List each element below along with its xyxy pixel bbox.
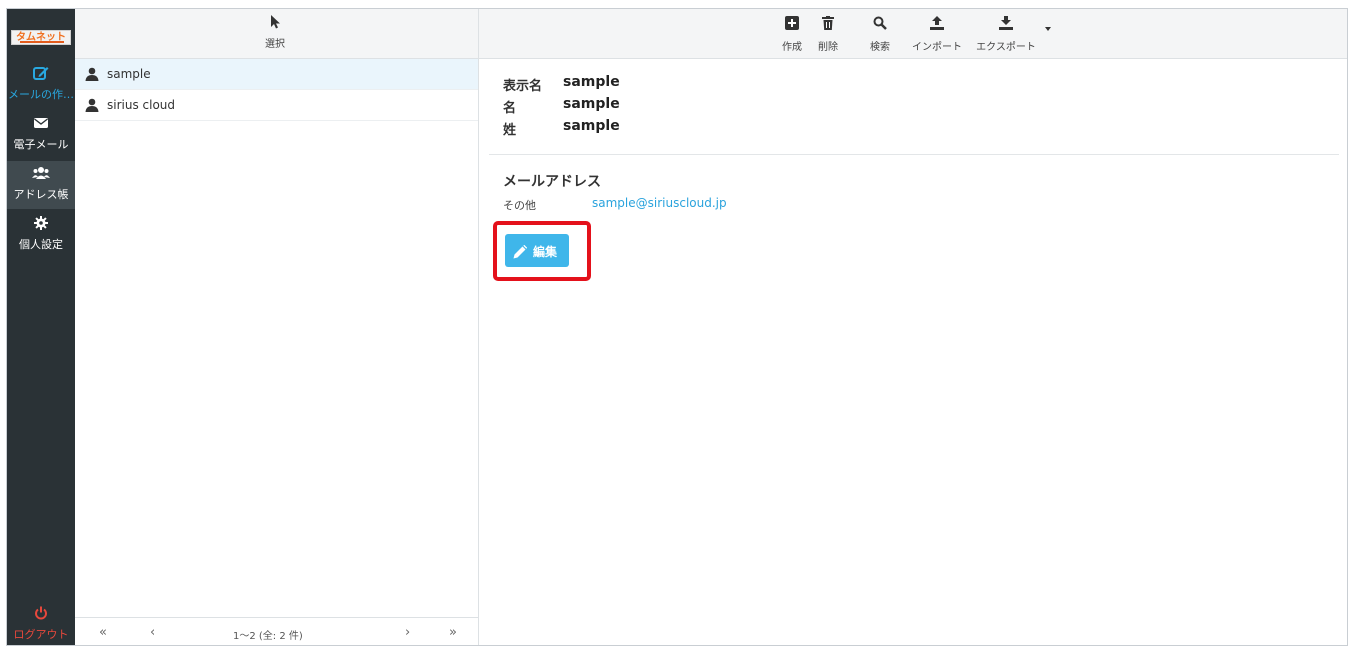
plus-square-icon	[777, 15, 807, 35]
display-name-label: 表示名	[503, 79, 543, 94]
last-name-label: 姓	[503, 123, 517, 138]
create-label: 作成	[782, 42, 802, 53]
download-icon	[971, 15, 1041, 35]
contact-list-panel: 選択 sample sirius cloud « ‹ 1～2 (全: 2 件) …	[75, 9, 479, 645]
contact-row-sample[interactable]: sample	[75, 59, 478, 90]
previous-page-button[interactable]: ‹	[150, 625, 155, 640]
logo-underline	[20, 41, 64, 43]
nav-compose-label: メールの作…	[8, 88, 74, 101]
section-divider	[489, 154, 1339, 155]
search-button[interactable]: 検索	[865, 15, 895, 55]
email-section-title: メールアドレス	[503, 174, 601, 190]
email-type-label: その他	[503, 199, 536, 212]
first-page-button[interactable]: «	[99, 625, 107, 640]
contacts-icon	[7, 165, 75, 183]
first-name-label: 名	[503, 101, 517, 116]
next-page-button[interactable]: ›	[405, 625, 410, 640]
contact-name: sirius cloud	[107, 98, 176, 112]
nav-settings[interactable]: 個人設定	[7, 211, 75, 259]
delete-label: 削除	[818, 42, 838, 53]
page-count: 1～2 (全: 2 件)	[233, 631, 303, 642]
cursor-icon	[270, 14, 280, 33]
select-label: 選択	[265, 39, 285, 50]
import-label: インポート	[912, 42, 962, 53]
export-button[interactable]: エクスポート	[971, 15, 1041, 55]
person-icon	[85, 66, 99, 85]
search-icon	[865, 15, 895, 35]
display-name-value: sample	[563, 74, 620, 90]
first-name-value: sample	[563, 96, 620, 112]
email-link[interactable]: sample@siriuscloud.jp	[592, 196, 727, 210]
edit-label: 編集	[533, 245, 558, 259]
nav-email-label: 電子メール	[13, 138, 69, 151]
gear-icon	[7, 215, 75, 233]
chevron-down-icon[interactable]	[1045, 27, 1051, 31]
contact-detail-panel: 作成 削除 検索 インポート エクスポート 表示名 sample 名 sampl…	[479, 9, 1347, 645]
trash-icon	[813, 15, 843, 35]
pencil-icon	[513, 244, 528, 263]
nav-email[interactable]: 電子メール	[7, 111, 75, 159]
address-book-window: タムネット メールの作… 電子メール アドレス帳 個人設定 ログアウト 選択 s…	[6, 8, 1348, 646]
person-icon	[85, 97, 99, 116]
list-toolbar: 選択	[75, 9, 478, 59]
logout-button[interactable]: ログアウト	[7, 601, 75, 645]
create-button[interactable]: 作成	[777, 15, 807, 55]
upload-icon	[907, 15, 967, 35]
last-page-button[interactable]: »	[449, 625, 457, 640]
power-icon	[7, 605, 75, 623]
detail-toolbar: 作成 削除 検索 インポート エクスポート	[479, 9, 1347, 59]
delete-button[interactable]: 削除	[813, 15, 843, 55]
nav-address-book-label: アドレス帳	[13, 188, 69, 201]
export-label: エクスポート	[976, 42, 1036, 53]
contact-name: sample	[107, 67, 151, 81]
last-name-value: sample	[563, 118, 620, 134]
main-navigation: タムネット メールの作… 電子メール アドレス帳 個人設定 ログアウト	[7, 9, 75, 645]
compose-icon	[7, 65, 75, 83]
logo: タムネット	[11, 30, 71, 45]
list-pager: « ‹ 1～2 (全: 2 件) › »	[75, 617, 478, 645]
nav-address-book[interactable]: アドレス帳	[7, 161, 75, 209]
edit-button[interactable]: 編集	[505, 234, 569, 267]
nav-compose[interactable]: メールの作…	[7, 61, 75, 109]
import-button[interactable]: インポート	[907, 15, 967, 55]
contact-row-sirius-cloud[interactable]: sirius cloud	[75, 90, 478, 121]
envelope-icon	[7, 115, 75, 133]
nav-settings-label: 個人設定	[19, 238, 63, 251]
logout-label: ログアウト	[13, 628, 69, 641]
search-label: 検索	[870, 42, 890, 53]
select-button[interactable]: 選択	[245, 14, 305, 54]
